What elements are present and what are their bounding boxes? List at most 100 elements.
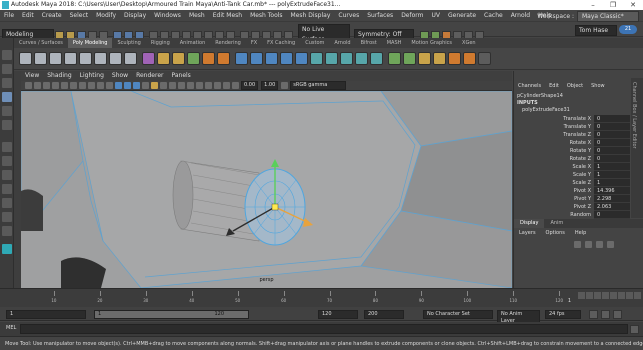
near-clip-field[interactable]: 0.00 [241, 81, 259, 90]
play-forwards-button[interactable] [610, 292, 617, 299]
attr-pivot-y[interactable]: Pivot Y 2.298 [514, 195, 632, 203]
quad-draw-icon[interactable] [388, 52, 401, 65]
menu-modify[interactable]: Modify [92, 10, 120, 22]
reduce-icon[interactable] [433, 52, 446, 65]
unfold-uv-icon[interactable] [448, 52, 461, 65]
character-set-dropdown[interactable]: No Character Set [423, 310, 493, 319]
workspace-dropdown[interactable]: Maya Classic* [577, 11, 639, 22]
smooth-icon[interactable] [202, 52, 215, 65]
layer-menu-options[interactable]: Options [541, 229, 570, 238]
menu-edit-mesh[interactable]: Edit Mesh [209, 10, 246, 22]
multi-cut-icon[interactable] [340, 52, 353, 65]
merge-icon[interactable] [310, 52, 323, 65]
go-to-end-button[interactable] [634, 292, 641, 299]
bookmarks-icon[interactable] [43, 82, 50, 89]
minimize-button[interactable]: – [583, 0, 603, 10]
textured-icon[interactable] [142, 82, 149, 89]
user-account-button[interactable]: Tom Hase [575, 25, 617, 36]
shelf-tab-mash[interactable]: MASH [382, 38, 407, 48]
grid-icon[interactable] [61, 82, 68, 89]
animation-prefs-icon[interactable] [613, 310, 622, 319]
poly-plane-icon[interactable] [94, 52, 107, 65]
layer-menu-help[interactable]: Help [570, 229, 591, 238]
new-layer-selected-icon[interactable] [607, 241, 614, 248]
current-frame-field[interactable]: 1 [568, 298, 571, 304]
attr-rotate-x[interactable]: Rotate X0 [514, 139, 632, 147]
poly-cylinder-icon[interactable] [49, 52, 62, 65]
attr-rotate-z[interactable]: Rotate Z0 [514, 155, 632, 163]
boolean-icon[interactable] [217, 52, 230, 65]
use-all-lights-icon[interactable] [151, 82, 158, 89]
menu-uv[interactable]: UV [428, 10, 445, 22]
poly-cube-icon[interactable] [34, 52, 47, 65]
four-view-layout-icon[interactable] [2, 156, 12, 166]
shape-name[interactable]: pCylinderShape14 [517, 93, 563, 99]
menu-mesh-tools[interactable]: Mesh Tools [246, 10, 286, 22]
menu-curves[interactable]: Curves [334, 10, 363, 22]
poly-cone-icon[interactable] [64, 52, 77, 65]
camera-attributes-icon[interactable] [34, 82, 41, 89]
persp-graph-layout-icon[interactable] [2, 184, 12, 194]
poly-sphere-icon[interactable] [19, 52, 32, 65]
xray-icon[interactable] [169, 82, 176, 89]
layer-move-up-icon[interactable] [574, 241, 581, 248]
panel-menu-shading[interactable]: Shading [43, 71, 75, 81]
single-view-layout-icon[interactable] [2, 142, 12, 152]
menu-deform[interactable]: Deform [397, 10, 427, 22]
poly-torus-icon[interactable] [79, 52, 92, 65]
maximize-button[interactable]: ❐ [603, 0, 623, 10]
select-tool-icon[interactable] [2, 50, 12, 60]
move-tool-icon[interactable] [2, 92, 12, 102]
menu-select[interactable]: Select [66, 10, 93, 22]
rotate-tool-icon[interactable] [2, 106, 12, 116]
attr-translate-z[interactable]: Translate Z0 [514, 131, 632, 139]
menu-mesh-display[interactable]: Mesh Display [287, 10, 335, 22]
attr-pivot-x[interactable]: Pivot X 14.396 [514, 187, 632, 195]
step-forward-key-button[interactable] [626, 292, 633, 299]
shelf-tab-motion-graphics[interactable]: Motion Graphics [406, 38, 457, 48]
field-chart-icon[interactable] [97, 82, 104, 89]
attr-scale-x[interactable]: Scale X1 [514, 163, 632, 171]
color-space-dropdown[interactable]: sRGB gamma [290, 81, 347, 90]
menu-generate[interactable]: Generate [444, 10, 480, 22]
fill-hole-icon[interactable] [280, 52, 293, 65]
film-gate-icon[interactable] [70, 82, 77, 89]
resolution-gate-icon[interactable] [79, 82, 86, 89]
poly-disc-icon[interactable] [109, 52, 122, 65]
menu-display[interactable]: Display [120, 10, 150, 22]
offset-edge-loop-icon[interactable] [370, 52, 383, 65]
color-management-icon[interactable] [281, 82, 289, 89]
shelf-tab-rendering[interactable]: Rendering [210, 38, 246, 48]
shelf-tab-curves-surfaces[interactable]: Curves / Surfaces [14, 38, 68, 48]
layer-move-down-icon[interactable] [585, 241, 592, 248]
menu-mesh[interactable]: Mesh [185, 10, 209, 22]
new-layer-icon[interactable] [596, 241, 603, 248]
node-name[interactable]: polyExtrudeFace31 [522, 107, 570, 113]
step-back-frame-button[interactable] [594, 292, 601, 299]
menu-file[interactable]: File [0, 10, 18, 22]
image-plane-icon[interactable] [52, 82, 59, 89]
audio-icon[interactable] [601, 310, 610, 319]
target-weld-icon[interactable] [325, 52, 338, 65]
append-polygon-icon[interactable] [295, 52, 308, 65]
camera-select-icon[interactable] [25, 82, 32, 89]
scene-canvas[interactable] [21, 91, 512, 288]
extrude-icon[interactable] [235, 52, 248, 65]
far-clip-field[interactable]: 1.00 [261, 81, 279, 90]
viewport[interactable]: persp [21, 91, 512, 288]
script-editor-icon[interactable] [630, 325, 639, 334]
gate-mask-icon[interactable] [88, 82, 95, 89]
depth-of-field-icon[interactable] [223, 82, 230, 89]
channel-box-menu-show[interactable]: Show [587, 82, 609, 91]
combine-icon[interactable] [157, 52, 170, 65]
attr-scale-y[interactable]: Scale Y1 [514, 171, 632, 179]
time-slider[interactable]: 10 20 30 40 50 60 70 80 90 100 110 120 1 [0, 288, 643, 307]
panel-menu-show[interactable]: Show [108, 71, 132, 81]
uv-editor-icon[interactable] [463, 52, 476, 65]
platonic-solid-icon[interactable] [124, 52, 137, 65]
safe-action-icon[interactable] [106, 82, 113, 89]
menu-arnold[interactable]: Arnold [507, 10, 534, 22]
attr-scale-z[interactable]: Scale Z1 [514, 179, 632, 187]
side-tab-strip[interactable]: Channel Box / Layer Editor [631, 78, 643, 218]
shelf-extra-icon[interactable] [478, 52, 491, 65]
